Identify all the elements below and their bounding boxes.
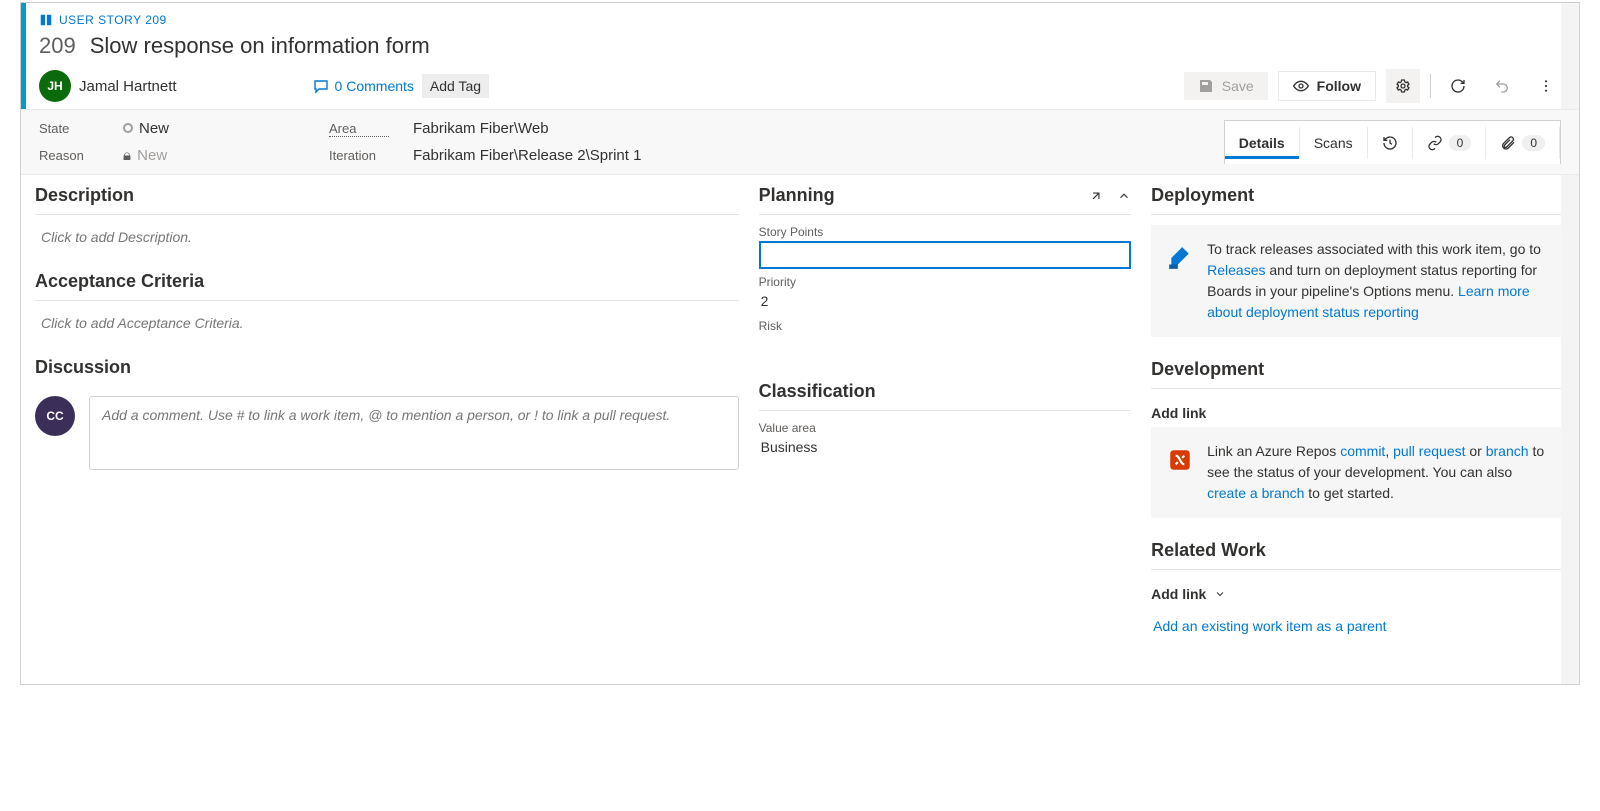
comment-icon — [313, 78, 329, 94]
history-icon — [1382, 135, 1398, 151]
type-accent-bar — [21, 3, 26, 109]
priority-input[interactable]: 2 — [759, 289, 1132, 313]
tab-attachments[interactable]: 0 — [1486, 127, 1560, 159]
reason-field[interactable]: Reason 🔒︎ New — [39, 147, 169, 164]
undo-button[interactable] — [1485, 69, 1519, 103]
assignee-name[interactable]: Jamal Hartnett — [79, 78, 177, 95]
tab-links[interactable]: 0 — [1413, 127, 1487, 159]
tab-details[interactable]: Details — [1225, 127, 1300, 159]
comments-link[interactable]: 0 Comments — [313, 78, 414, 94]
planning-section: Planning Story Points Priority 2 Risk — [759, 185, 1132, 341]
related-work-heading: Related Work — [1151, 540, 1266, 561]
save-icon — [1198, 78, 1214, 94]
add-existing-parent-link[interactable]: Add an existing work item as a parent — [1151, 608, 1565, 644]
lock-icon: 🔒︎ — [123, 147, 131, 164]
eye-icon — [1293, 78, 1309, 94]
deployment-section: Deployment To track releases associated … — [1151, 185, 1565, 337]
add-dev-link-button[interactable]: Add link — [1151, 399, 1565, 427]
workitem-id: 209 — [39, 33, 76, 59]
link-icon — [1427, 135, 1443, 151]
description-heading: Description — [35, 185, 134, 206]
related-work-section: Related Work Add link Add an existing wo… — [1151, 540, 1565, 644]
pipeline-icon — [1165, 239, 1195, 323]
value-area-input[interactable]: Business — [759, 435, 1132, 459]
classification-heading: Classification — [759, 381, 876, 402]
gear-icon — [1395, 78, 1411, 94]
planning-heading: Planning — [759, 185, 835, 206]
acceptance-section: Acceptance Criteria Click to add Accepta… — [35, 271, 739, 335]
assignee-avatar[interactable]: JH — [39, 70, 71, 102]
tab-scans[interactable]: Scans — [1300, 127, 1368, 159]
refresh-icon — [1450, 78, 1466, 94]
description-section: Description Click to add Description. — [35, 185, 739, 249]
area-field[interactable]: Area Fabrikam Fiber\Web — [329, 120, 641, 137]
settings-button[interactable] — [1386, 69, 1420, 103]
attachment-icon — [1500, 135, 1516, 151]
add-tag-button[interactable]: Add Tag — [422, 74, 489, 98]
classification-section: Classification Value area Business — [759, 381, 1132, 459]
refresh-button[interactable] — [1441, 69, 1475, 103]
development-heading: Development — [1151, 359, 1264, 380]
current-user-avatar: CC — [35, 396, 75, 436]
undo-icon — [1494, 78, 1510, 94]
comment-input[interactable]: Add a comment. Use # to link a work item… — [89, 396, 739, 470]
deployment-heading: Deployment — [1151, 185, 1254, 206]
kebab-icon — [1538, 78, 1554, 94]
iteration-field[interactable]: Iteration Fabrikam Fiber\Release 2\Sprin… — [329, 147, 641, 164]
story-points-input[interactable] — [759, 241, 1132, 269]
chevron-down-icon — [1214, 588, 1226, 600]
state-field[interactable]: State New — [39, 120, 169, 137]
save-button[interactable]: Save — [1184, 72, 1268, 100]
more-actions-button[interactable] — [1529, 69, 1563, 103]
description-input[interactable]: Click to add Description. — [35, 225, 739, 249]
discussion-heading: Discussion — [35, 357, 131, 378]
pull-request-link[interactable]: pull request — [1393, 443, 1465, 459]
risk-input[interactable] — [759, 333, 1132, 341]
workitem-type-label: USER STORY 209 — [39, 13, 1563, 27]
discussion-section: Discussion CC Add a comment. Use # to li… — [35, 357, 739, 470]
branch-link[interactable]: branch — [1486, 443, 1529, 459]
commit-link[interactable]: commit — [1340, 443, 1385, 459]
story-points-label: Story Points — [759, 225, 1132, 239]
priority-label: Priority — [759, 275, 1132, 289]
add-related-link-button[interactable]: Add link — [1151, 580, 1565, 608]
risk-label: Risk — [759, 319, 1132, 333]
value-area-label: Value area — [759, 421, 1132, 435]
repo-icon — [1165, 441, 1195, 504]
workitem-title[interactable]: Slow response on information form — [90, 33, 430, 59]
state-dot-icon — [123, 123, 133, 133]
expand-icon[interactable] — [1089, 189, 1103, 203]
development-section: Development Add link Link an Azure Repos… — [1151, 359, 1565, 518]
follow-button[interactable]: Follow — [1278, 71, 1376, 101]
acceptance-heading: Acceptance Criteria — [35, 271, 204, 292]
book-icon — [39, 13, 53, 27]
acceptance-input[interactable]: Click to add Acceptance Criteria. — [35, 311, 739, 335]
separator — [1430, 74, 1431, 98]
tab-history[interactable] — [1368, 127, 1413, 159]
create-branch-link[interactable]: create a branch — [1207, 485, 1304, 501]
collapse-icon[interactable] — [1117, 189, 1131, 203]
releases-link[interactable]: Releases — [1207, 262, 1265, 278]
